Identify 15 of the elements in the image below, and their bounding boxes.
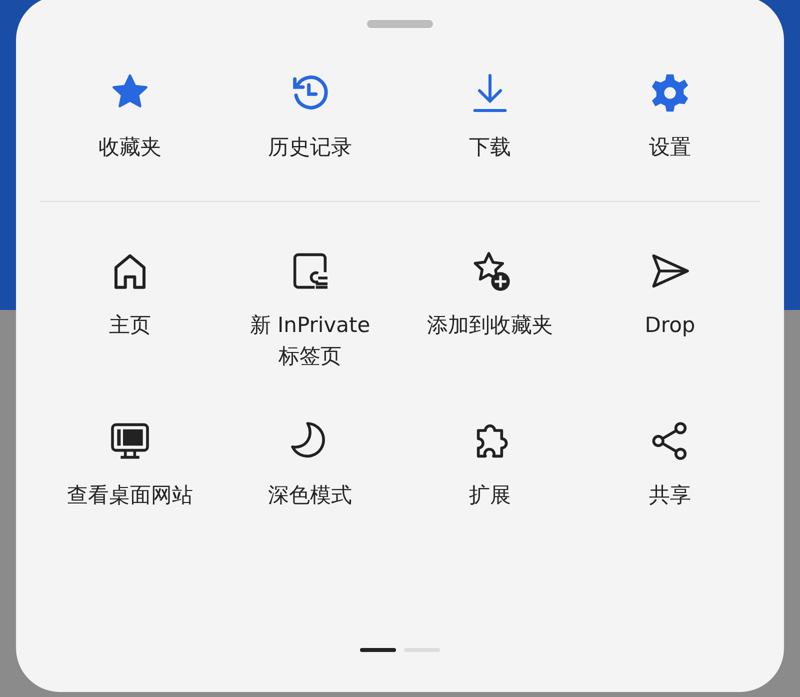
menu-item[interactable]: 添加到收藏夹 [400, 250, 580, 372]
menu-item[interactable]: 下载 [400, 72, 580, 163]
menu-item[interactable]: 设置 [580, 72, 760, 163]
page-indicator[interactable] [360, 648, 396, 652]
drag-handle[interactable] [367, 20, 433, 28]
menu-item[interactable]: 共享 [580, 420, 760, 511]
menu-item[interactable]: 主页 [40, 250, 220, 372]
menu-item[interactable]: 收藏夹 [40, 72, 220, 163]
settings-icon [649, 72, 691, 114]
menu-item[interactable]: 新 InPrivate 标签页 [220, 250, 400, 372]
menu-item[interactable]: 查看桌面网站 [40, 420, 220, 511]
menu-item[interactable]: 深色模式 [220, 420, 400, 511]
menu-item[interactable]: 历史记录 [220, 72, 400, 163]
menu-item[interactable]: Drop [580, 250, 760, 372]
menu-item[interactable]: 扩展 [400, 420, 580, 511]
